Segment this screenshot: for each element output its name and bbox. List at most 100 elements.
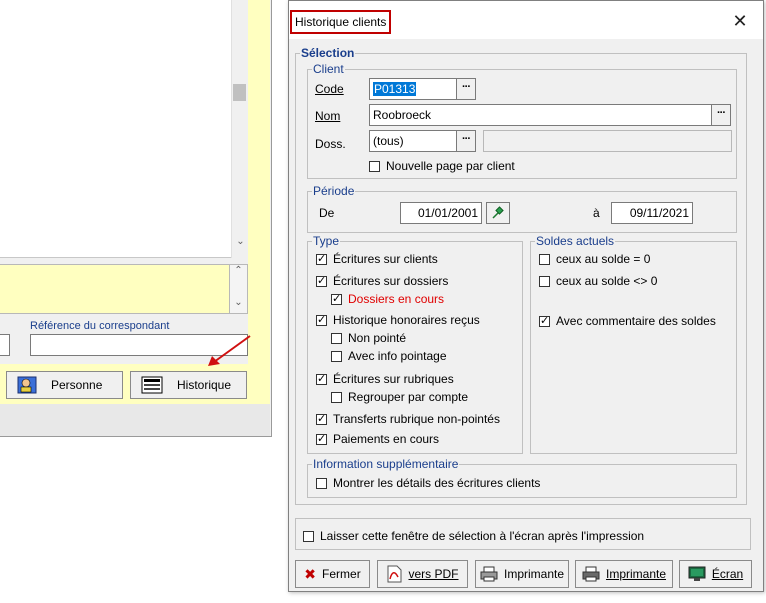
imprimante-button-1[interactable]: Imprimante <box>475 560 569 588</box>
checkbox-box[interactable] <box>331 391 342 403</box>
background-notes-panel[interactable] <box>0 264 230 314</box>
date-to-value: 09/11/2021 <box>629 206 689 220</box>
date-from-value: 01/01/2001 <box>417 206 478 220</box>
nom-label: Nom <box>315 109 341 123</box>
checkbox-box[interactable] <box>539 253 550 265</box>
nouvelle-page-checkbox[interactable]: Nouvelle page par client <box>369 159 515 173</box>
checkbox-box[interactable] <box>316 372 327 386</box>
commentaire-soldes-label: Avec commentaire des soldes <box>556 314 716 328</box>
title-bar[interactable]: Historique clients ✕ <box>289 1 763 39</box>
checkbox-box[interactable] <box>331 332 342 344</box>
chevron-down-icon[interactable]: ⌄ <box>232 236 249 247</box>
avec-info-pointage-checkbox[interactable]: Avec info pointage <box>331 349 447 363</box>
dialog-title: Historique clients <box>290 10 392 34</box>
background-bottom-area <box>0 404 270 436</box>
solde-non-zero-checkbox[interactable]: ceux au solde <> 0 <box>539 274 657 288</box>
chevron-down-icon[interactable]: ⌄ <box>230 297 247 308</box>
details-ecritures-checkbox[interactable]: Montrer les détails des écritures client… <box>316 476 540 490</box>
chevron-up-icon[interactable]: ⌃ <box>230 265 247 276</box>
pdf-label: vers PDF <box>408 567 459 581</box>
ecritures-dossiers-label: Écritures sur dossiers <box>333 274 449 288</box>
non-pointe-checkbox[interactable]: Non pointé <box>331 331 406 345</box>
details-ecritures-label: Montrer les détails des écritures client… <box>333 476 541 490</box>
pdf-icon <box>387 565 402 583</box>
ecritures-dossiers-checkbox[interactable]: Écritures sur dossiers <box>316 274 448 288</box>
historique-button[interactable]: Historique <box>130 371 247 399</box>
laisser-fenetre-checkbox[interactable]: Laisser cette fenêtre de sélection à l'é… <box>303 529 644 543</box>
code-input[interactable]: P01313 <box>369 78 458 100</box>
dossiers-en-cours-checkbox[interactable]: Dossiers en cours <box>331 292 444 306</box>
regrouper-compte-checkbox[interactable]: Regrouper par compte <box>331 390 468 404</box>
solde-zero-label: ceux au solde = 0 <box>556 252 651 266</box>
doss-value: (tous) <box>373 134 404 148</box>
reference-label: Référence du correspondant <box>30 320 170 332</box>
ecran-label: Écran <box>711 567 744 581</box>
ecritures-rubriques-label: Écritures sur rubriques <box>333 372 454 386</box>
soldes-group: Soldes actuels <box>530 234 737 454</box>
checkbox-box[interactable] <box>331 350 342 362</box>
history-icon <box>141 376 163 394</box>
ecritures-clients-checkbox[interactable]: Écritures sur clients <box>316 252 438 266</box>
historique-label: Historique <box>177 378 232 392</box>
paiements-en-cours-label: Paiements en cours <box>333 432 440 446</box>
annotation-arrow-icon <box>208 335 251 366</box>
doss-browse-button[interactable]: ··· <box>456 130 476 152</box>
date-from-input[interactable]: 01/01/2001 <box>400 202 482 224</box>
checkbox-box[interactable] <box>539 275 550 287</box>
nom-value: Roobroeck <box>373 108 432 122</box>
doss-description-field <box>483 130 732 152</box>
pin-icon <box>492 206 504 219</box>
personne-label: Personne <box>51 378 103 392</box>
a-label: à <box>593 206 600 220</box>
historique-honoraires-label: Historique honoraires reçus <box>333 313 480 327</box>
soldes-legend: Soldes actuels <box>535 234 616 248</box>
imprimante-button-2[interactable]: Imprimante <box>575 560 673 588</box>
background-small-input[interactable] <box>0 334 10 356</box>
type-legend: Type <box>312 234 341 248</box>
commentaire-soldes-checkbox[interactable]: Avec commentaire des soldes <box>539 314 716 328</box>
checkbox-box[interactable] <box>316 432 327 446</box>
nom-browse-button[interactable]: ··· <box>711 104 731 126</box>
notes-scrollbar[interactable]: ⌃ ⌄ <box>230 264 248 314</box>
code-browse-button[interactable]: ··· <box>456 78 476 100</box>
pin-button[interactable] <box>486 202 510 224</box>
checkbox-box[interactable] <box>316 274 327 288</box>
paiements-en-cours-checkbox[interactable]: Paiements en cours <box>316 432 439 446</box>
close-icon[interactable]: ✕ <box>725 9 755 33</box>
avec-info-pointage-label: Avec info pointage <box>348 349 447 363</box>
transferts-rubrique-label: Transferts rubrique non-pointés <box>333 412 500 426</box>
solde-zero-checkbox[interactable]: ceux au solde = 0 <box>539 252 650 266</box>
printer-icon <box>582 566 600 582</box>
nom-input[interactable]: Roobroeck <box>369 104 720 126</box>
historique-honoraires-checkbox[interactable]: Historique honoraires reçus <box>316 313 480 327</box>
fermer-button[interactable]: ✖ Fermer <box>295 560 370 588</box>
laisser-fenetre-label: Laisser cette fenêtre de sélection à l'é… <box>320 529 645 543</box>
checkbox-box[interactable] <box>303 530 314 542</box>
checkbox-box[interactable] <box>316 477 327 489</box>
ecran-button[interactable]: Écran <box>679 560 752 588</box>
info-legend: Information supplémentaire <box>312 457 460 471</box>
personne-button[interactable]: Personne <box>6 371 123 399</box>
checkbox-box[interactable] <box>331 292 342 306</box>
date-to-input[interactable]: 09/11/2021 <box>611 202 693 224</box>
background-scrollbar[interactable]: ⌄ <box>231 0 248 258</box>
monitor-icon <box>688 566 706 581</box>
transferts-rubrique-checkbox[interactable]: Transferts rubrique non-pointés <box>316 412 500 426</box>
periode-legend: Période <box>312 184 356 198</box>
checkbox-box[interactable] <box>316 252 327 266</box>
checkbox-box[interactable] <box>316 412 327 426</box>
checkbox-box[interactable] <box>369 160 380 172</box>
pdf-button[interactable]: vers PDF <box>377 560 468 588</box>
scrollbar-thumb[interactable] <box>233 84 246 101</box>
nouvelle-page-label: Nouvelle page par client <box>386 159 515 173</box>
doss-input[interactable]: (tous) <box>369 130 458 152</box>
solde-non-zero-label: ceux au solde <> 0 <box>556 274 658 288</box>
ecritures-clients-label: Écritures sur clients <box>333 252 438 266</box>
close-icon: ✖ <box>304 565 317 582</box>
imprimante-label-1: Imprimante <box>503 567 565 581</box>
checkbox-box[interactable] <box>316 313 327 327</box>
ecritures-rubriques-checkbox[interactable]: Écritures sur rubriques <box>316 372 454 386</box>
checkbox-box[interactable] <box>539 314 550 328</box>
fermer-label: Fermer <box>322 567 361 581</box>
selection-legend: Sélection <box>300 46 356 60</box>
